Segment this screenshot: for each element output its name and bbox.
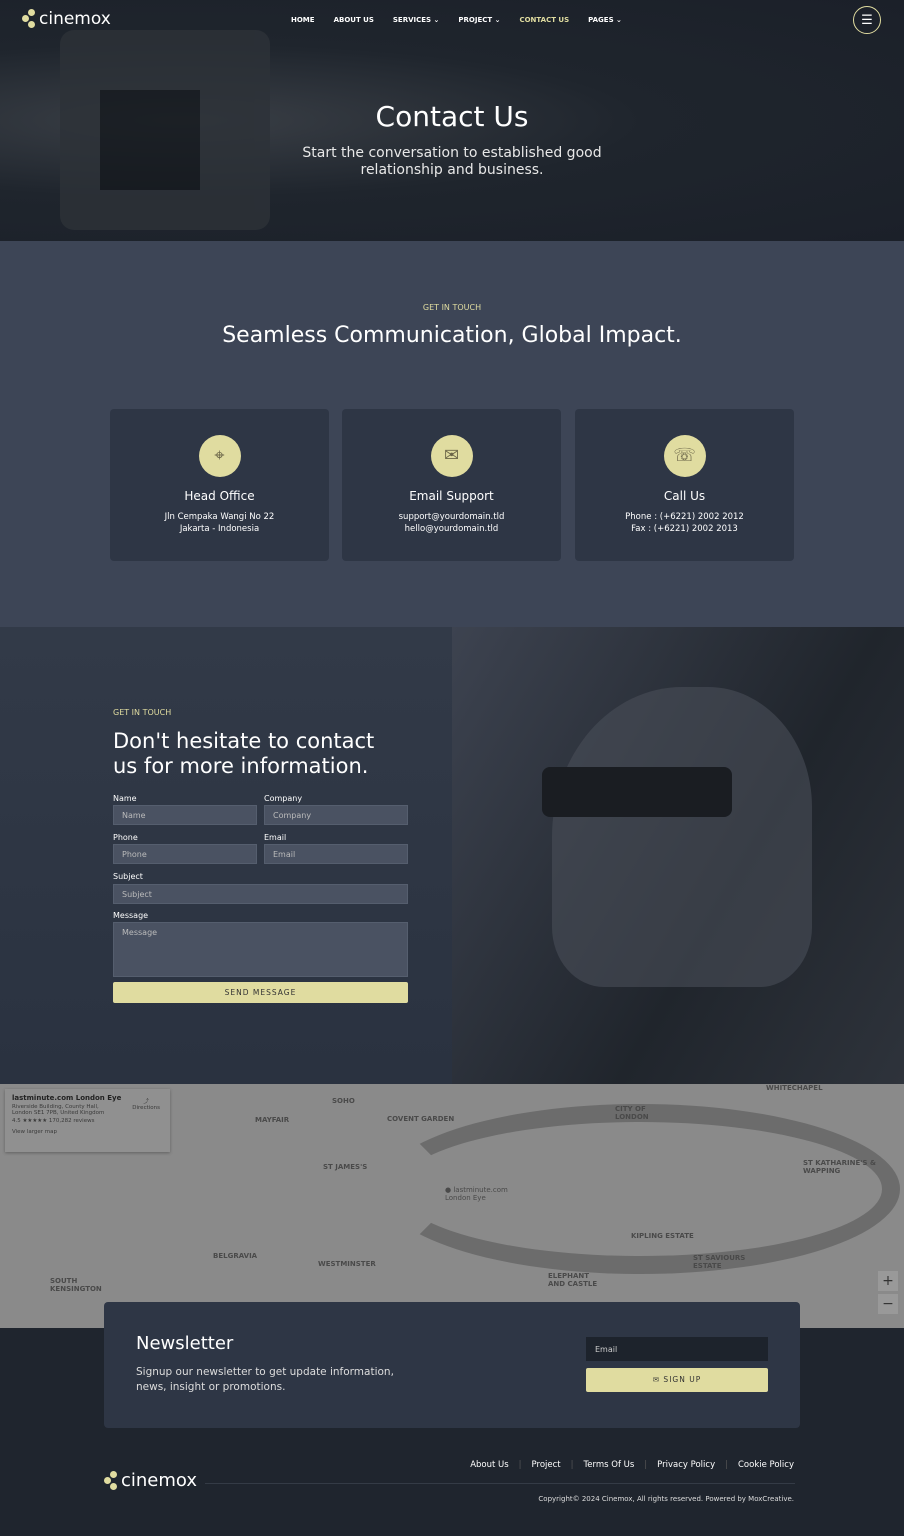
map-label: ST SAVIOURS ESTATE xyxy=(693,1254,746,1270)
map-label: SOUTH KENSINGTON xyxy=(50,1277,102,1293)
logo[interactable]: cinemox xyxy=(22,9,111,29)
send-message-button[interactable]: SEND MESSAGE xyxy=(113,982,408,1003)
newsletter-email-input[interactable]: Email xyxy=(586,1337,768,1361)
logo-text: cinemox xyxy=(121,1470,198,1491)
nav-about[interactable]: ABOUT US xyxy=(334,16,374,24)
newsletter-box: Newsletter Signup our newsletter to get … xyxy=(104,1302,800,1428)
nav-project[interactable]: PROJECT ⌄ xyxy=(458,16,500,24)
nav-pages[interactable]: PAGES ⌄ xyxy=(588,16,622,24)
phone-input[interactable]: Phone xyxy=(113,844,257,864)
place-rating: 4.5 ★★★★★ xyxy=(12,1118,48,1124)
place-address: Riverside Building, County Hall, London … xyxy=(12,1104,105,1116)
subject-label: Subject xyxy=(113,872,143,881)
hamburger-icon: ☰ xyxy=(861,12,873,28)
card-line: Jln Cempaka Wangi No 22 xyxy=(164,512,275,522)
form-title: Don't hesitate to contact us for more in… xyxy=(113,729,375,778)
map-label: ST JAMES'S xyxy=(323,1163,368,1171)
company-label: Company xyxy=(264,794,303,803)
card-head-office: ⌖ Head Office Jln Cempaka Wangi No 22 Jak… xyxy=(110,409,329,561)
card-title: Head Office xyxy=(184,489,255,503)
form-eyebrow: GET IN TOUCH xyxy=(113,708,172,717)
map-label: ST KATHARINE'S & WAPPING xyxy=(803,1159,876,1175)
map-embed[interactable]: SOHO MAYFAIR COVENT GARDEN CITY OF LONDO… xyxy=(0,1084,904,1328)
card-call: ☏ Call Us Phone : (+6221) 2002 2012 Fax :… xyxy=(575,409,794,561)
company-input[interactable]: Company xyxy=(264,805,408,825)
newsletter-title: Newsletter xyxy=(136,1333,234,1354)
message-label: Message xyxy=(113,911,149,920)
map-label: ELEPHANT AND CASTLE xyxy=(548,1272,598,1288)
reviews-link[interactable]: 170,282 reviews xyxy=(49,1118,95,1124)
card-title: Call Us xyxy=(663,489,706,503)
map-label: WHITECHAPEL xyxy=(766,1084,823,1092)
zoom-out-button[interactable]: − xyxy=(878,1294,898,1314)
footer-link-project[interactable]: Project xyxy=(532,1460,561,1470)
map-pin-label[interactable]: ● lastminute.com London Eye xyxy=(445,1186,515,1202)
message-textarea[interactable]: Message xyxy=(113,922,408,977)
footer-link-terms[interactable]: Terms Of Us xyxy=(584,1460,635,1470)
zoom-in-button[interactable]: + xyxy=(878,1271,898,1291)
email-link[interactable]: hello@yourdomain.tld xyxy=(342,523,561,535)
section-title: Seamless Communication, Global Impact. xyxy=(222,323,682,348)
cameraman-photo xyxy=(452,627,904,1084)
footer-link-cookie[interactable]: Cookie Policy xyxy=(738,1460,794,1470)
sign-up-button[interactable]: ✉ SIGN UP xyxy=(586,1368,768,1392)
map-marker-icon: ● xyxy=(445,1186,452,1194)
map-label: MAYFAIR xyxy=(255,1116,290,1124)
footer-links: About Us | Project | Terms Of Us | Privacy … xyxy=(470,1460,794,1470)
contact-info-section: GET IN TOUCH Seamless Communication, Glo… xyxy=(0,241,904,627)
map-label: COVENT GARDEN xyxy=(387,1115,455,1123)
directions-button[interactable]: ⤴ Directions xyxy=(132,1097,160,1111)
card-title: Email Support xyxy=(409,489,494,503)
subject-input[interactable]: Subject xyxy=(113,884,408,904)
logo-mark-icon xyxy=(104,1470,118,1491)
map-label: KIPLING ESTATE xyxy=(631,1232,694,1240)
logo-mark-icon xyxy=(22,9,36,29)
page-title: Contact Us xyxy=(375,100,529,133)
email-link[interactable]: support@yourdomain.tld xyxy=(342,511,561,523)
page-subtitle: Start the conversation to established go… xyxy=(302,145,602,178)
mail-icon: ✉ xyxy=(430,435,473,477)
copyright: Copyright© 2024 Cinemox, All rights rese… xyxy=(538,1495,794,1503)
name-input[interactable]: Name xyxy=(113,805,257,825)
directions-icon: ⤴ xyxy=(143,1099,149,1105)
logo-text: cinemox xyxy=(39,9,111,29)
map-pin-icon: ⌖ xyxy=(198,435,241,477)
card-line: Phone : (+6221) 2002 2012 xyxy=(625,512,744,522)
eyebrow: GET IN TOUCH xyxy=(422,303,482,312)
place-card: lastminute.com London Eye Riverside Buil… xyxy=(5,1089,170,1152)
phone-icon: ☏ xyxy=(663,435,706,477)
newsletter-text: Signup our newsletter to get update info… xyxy=(136,1366,394,1393)
footer-link-about[interactable]: About Us xyxy=(470,1460,508,1470)
nav-contact[interactable]: CONTACT US xyxy=(519,16,569,24)
map-label: BELGRAVIA xyxy=(213,1252,258,1260)
main-nav: HOME ABOUT US SERVICES ⌄ PROJECT ⌄ CONTA… xyxy=(291,16,622,24)
email-label: Email xyxy=(264,833,287,842)
card-email: ✉ Email Support support@yourdomain.tld he… xyxy=(342,409,561,561)
nav-services[interactable]: SERVICES ⌄ xyxy=(393,16,440,24)
footer-link-privacy[interactable]: Privacy Policy xyxy=(657,1460,715,1470)
footer-divider xyxy=(205,1483,795,1484)
nav-home[interactable]: HOME xyxy=(291,16,315,24)
card-line: Jakarta - Indonesia xyxy=(179,524,260,534)
footer-logo[interactable]: cinemox xyxy=(104,1470,197,1491)
map-label: CITY OF LONDON xyxy=(615,1105,649,1121)
email-input[interactable]: Email xyxy=(264,844,408,864)
name-label: Name xyxy=(113,794,137,803)
map-label: WESTMINSTER xyxy=(318,1260,376,1268)
phone-label: Phone xyxy=(113,833,138,842)
card-line: Fax : (+6221) 2002 2013 xyxy=(631,524,738,534)
view-larger-map-link[interactable]: View larger map xyxy=(12,1129,163,1135)
menu-button[interactable]: ☰ xyxy=(853,6,881,34)
map-label: SOHO xyxy=(332,1097,355,1105)
